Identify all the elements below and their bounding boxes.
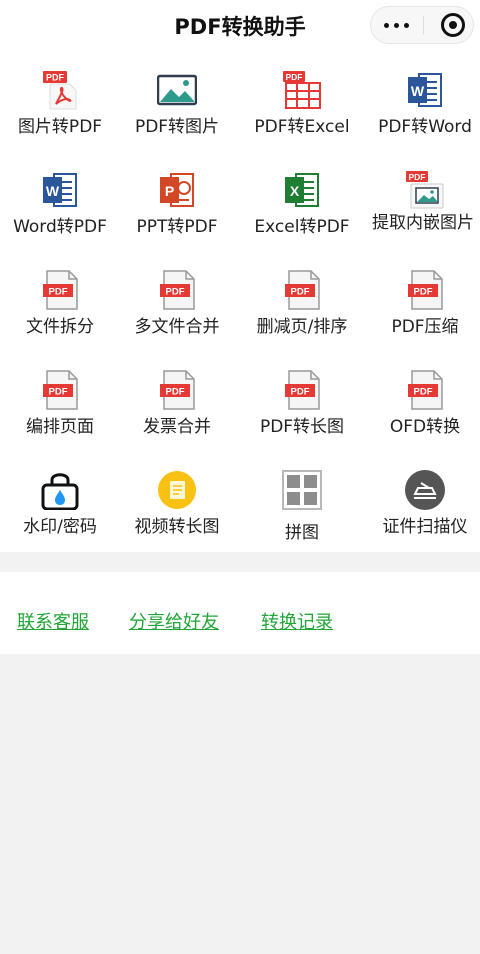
share-with-friends-link[interactable]: 分享给好友 <box>129 608 219 634</box>
svg-text:PDF: PDF <box>414 287 433 298</box>
tool-label: PDF转Word <box>378 117 472 137</box>
svg-text:PDF: PDF <box>46 73 65 83</box>
svg-text:W: W <box>411 83 425 99</box>
tool-label: Word转PDF <box>13 217 107 237</box>
puzzle-grid-icon <box>282 470 322 510</box>
pdf-document-icon: PDF <box>408 270 443 310</box>
tool-label: OFD转换 <box>389 417 461 437</box>
tool-merge-files[interactable]: PDF 多文件合并 <box>117 252 237 352</box>
tool-label: 发票合并 <box>143 417 211 437</box>
svg-text:PDF: PDF <box>409 172 426 182</box>
tool-arrange-pages[interactable]: PDF 编排页面 <box>0 352 120 452</box>
pdf-document-icon: PDF <box>43 270 78 310</box>
capsule-divider <box>423 16 424 34</box>
svg-text:PDF: PDF <box>166 387 185 398</box>
svg-text:PDF: PDF <box>291 287 310 298</box>
pdf-icon: PDF <box>43 71 77 110</box>
tool-label: 视频转长图 <box>134 517 220 537</box>
pdf-excel-icon: PDF <box>283 71 321 109</box>
tool-delete-sort-pages[interactable]: PDF 删减页/排序 <box>242 252 362 352</box>
tool-label: PDF转Excel <box>254 117 350 137</box>
tool-label: 多文件合并 <box>134 317 220 337</box>
tool-invoice-merge[interactable]: PDF 发票合并 <box>117 352 237 452</box>
tool-excel-to-pdf[interactable]: X Excel转PDF <box>242 152 362 252</box>
tool-label: PPT转PDF <box>136 217 218 237</box>
pdf-document-icon: PDF <box>160 270 195 310</box>
tool-label: 水印/密码 <box>23 517 97 537</box>
tool-watermark-password[interactable]: 水印/密码 <box>0 452 120 552</box>
tool-label: 提取内嵌图片 <box>372 213 474 233</box>
powerpoint-icon: P <box>160 173 194 207</box>
svg-text:PDF: PDF <box>49 387 68 398</box>
pdf-document-icon: PDF <box>408 370 443 410</box>
navigation-bar: PDF转换助手 <box>0 0 480 52</box>
scanner-icon <box>405 470 445 510</box>
tool-label: 文件拆分 <box>26 317 94 337</box>
lock-icon <box>41 473 79 510</box>
tool-label: 拼图 <box>285 523 319 543</box>
svg-text:PDF: PDF <box>286 72 303 82</box>
tool-label: 删减页/排序 <box>256 317 348 337</box>
tool-label: PDF转图片 <box>134 117 220 137</box>
mini-program-capsule <box>370 6 474 44</box>
contact-support-link[interactable]: 联系客服 <box>17 608 89 634</box>
svg-text:W: W <box>46 183 60 199</box>
svg-text:PDF: PDF <box>414 387 433 398</box>
tool-pdf-to-word[interactable]: W PDF转Word <box>365 52 480 152</box>
tool-extract-images[interactable]: PDF 提取内嵌图片 <box>365 152 480 252</box>
svg-text:X: X <box>290 183 300 199</box>
tool-id-scanner[interactable]: 证件扫描仪 <box>365 452 480 552</box>
svg-text:P: P <box>165 183 174 199</box>
pdf-document-icon: PDF <box>285 370 320 410</box>
tool-file-split[interactable]: PDF 文件拆分 <box>0 252 120 352</box>
tool-ofd-convert[interactable]: PDF OFD转换 <box>365 352 480 452</box>
word-icon: W <box>408 73 442 107</box>
tool-pdf-to-long-image[interactable]: PDF PDF转长图 <box>242 352 362 452</box>
svg-text:PDF: PDF <box>166 287 185 298</box>
video-long-image-icon <box>158 471 196 509</box>
tool-image-to-pdf[interactable]: PDF 图片转PDF <box>0 52 120 152</box>
tool-video-to-long-image[interactable]: 视频转长图 <box>117 452 237 552</box>
close-mini-program-icon[interactable] <box>441 13 465 37</box>
footer-links-panel: 联系客服 分享给好友 转换记录 <box>0 572 480 654</box>
more-options-icon[interactable] <box>371 7 423 43</box>
image-icon <box>157 74 197 106</box>
svg-text:PDF: PDF <box>291 387 310 398</box>
pdf-image-icon: PDF <box>406 171 444 209</box>
word-icon: W <box>43 173 77 207</box>
tool-label: PDF转长图 <box>259 417 345 437</box>
tool-label: 图片转PDF <box>17 117 103 137</box>
tool-pdf-to-image[interactable]: PDF转图片 <box>117 52 237 152</box>
tool-pdf-compress[interactable]: PDF PDF压缩 <box>365 252 480 352</box>
tool-word-to-pdf[interactable]: W Word转PDF <box>0 152 120 252</box>
excel-icon: X <box>285 173 319 207</box>
pdf-document-icon: PDF <box>43 370 78 410</box>
tool-ppt-to-pdf[interactable]: P PPT转PDF <box>117 152 237 252</box>
svg-text:PDF: PDF <box>49 287 68 298</box>
conversion-history-link[interactable]: 转换记录 <box>261 608 333 634</box>
tool-puzzle[interactable]: 拼图 <box>242 452 362 552</box>
tools-panel: PDF 图片转PDF PDF转图片 PDF PDF转Excel W PDF转Wo… <box>0 52 480 552</box>
pdf-document-icon: PDF <box>160 370 195 410</box>
tool-label: 证件扫描仪 <box>382 517 468 537</box>
pdf-document-icon: PDF <box>285 270 320 310</box>
tool-pdf-to-excel[interactable]: PDF PDF转Excel <box>242 52 362 152</box>
tool-label: Excel转PDF <box>254 217 350 237</box>
tool-label: 编排页面 <box>26 417 94 437</box>
tool-label: PDF压缩 <box>391 317 459 337</box>
